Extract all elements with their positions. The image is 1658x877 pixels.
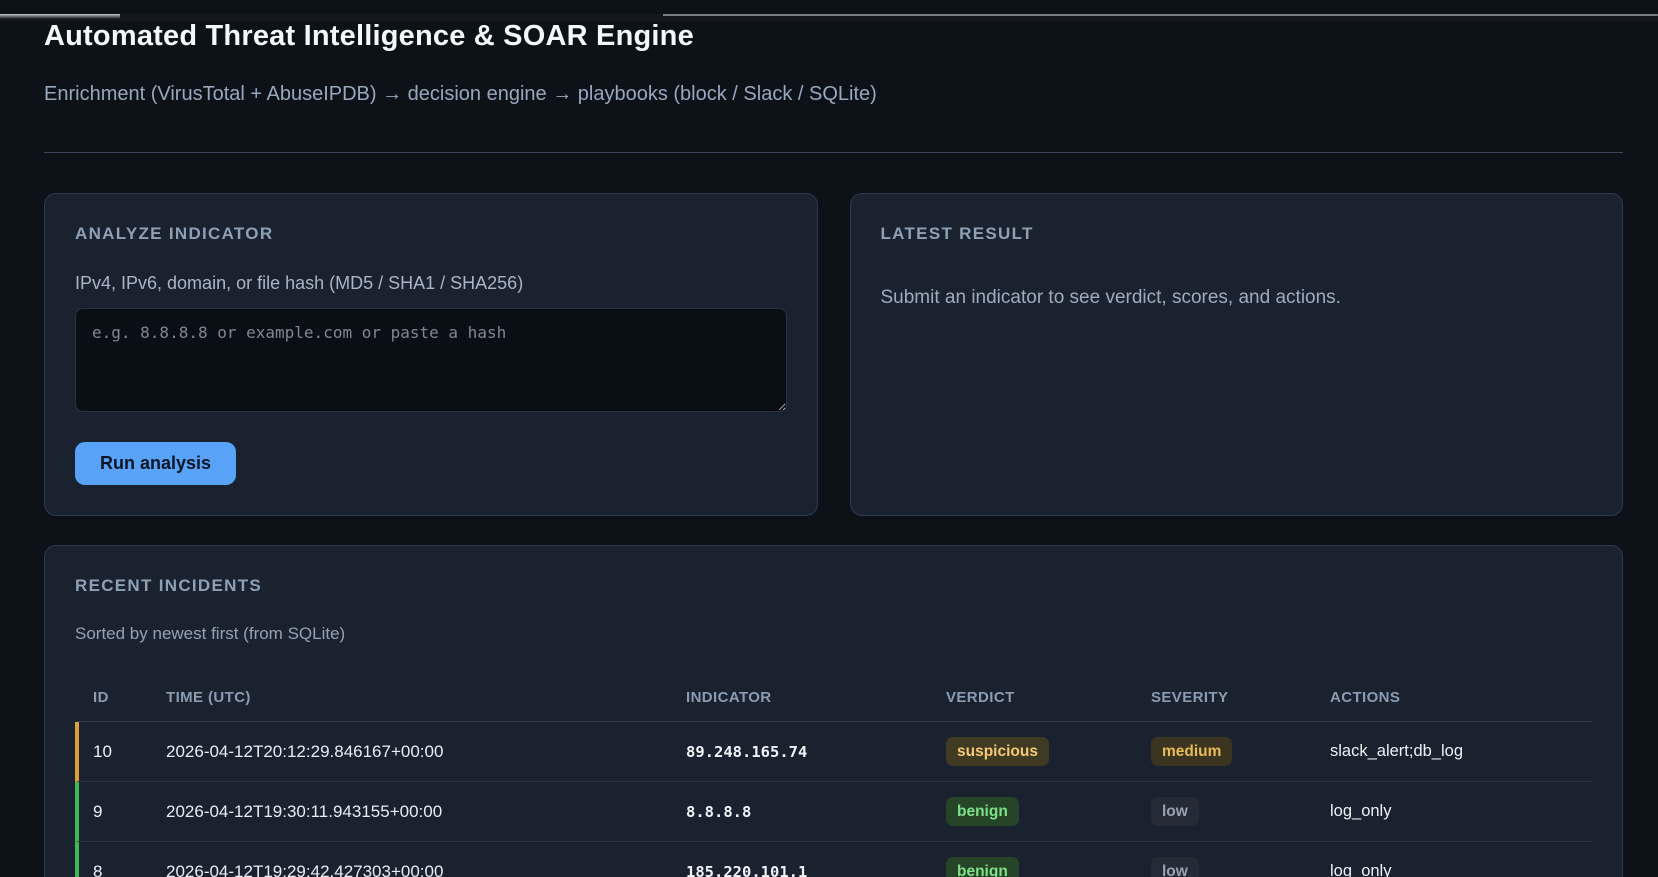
latest-result-card: LATEST RESULT Submit an indicator to see… bbox=[849, 193, 1623, 516]
incidents-heading: RECENT INCIDENTS bbox=[75, 576, 263, 595]
row-id: 9 bbox=[93, 801, 103, 821]
analyze-heading: ANALYZE INDICATOR bbox=[75, 224, 274, 243]
row-actions: log_only bbox=[1330, 862, 1392, 877]
indicator-input-label: IPv4, IPv6, domain, or file hash (MD5 / … bbox=[75, 273, 524, 293]
table-row: 10 2026-04-12T20:12:29.846167+00:00 89.2… bbox=[75, 722, 1592, 782]
run-analysis-button[interactable]: Run analysis bbox=[75, 442, 237, 485]
column-header-time: TIME (UTC) bbox=[166, 689, 251, 706]
severity-badge: low bbox=[1151, 857, 1199, 877]
recent-incidents-card: RECENT INCIDENTS Sorted by newest first … bbox=[44, 545, 1623, 877]
row-actions: slack_alert;db_log bbox=[1330, 742, 1463, 760]
top-cards-row: ANALYZE INDICATOR IPv4, IPv6, domain, or… bbox=[44, 193, 1623, 516]
column-header-verdict: VERDICT bbox=[946, 689, 1015, 706]
column-header-indicator: INDICATOR bbox=[686, 689, 772, 706]
table-row: 8 2026-04-12T19:29:42.427303+00:00 185.2… bbox=[75, 842, 1592, 877]
latest-result-empty-text: Submit an indicator to see verdict, scor… bbox=[880, 287, 1341, 308]
column-header-id: ID bbox=[93, 689, 109, 706]
severity-badge: low bbox=[1151, 797, 1199, 826]
row-time: 2026-04-12T19:30:11.943155+00:00 bbox=[166, 801, 443, 821]
incidents-table-body: 10 2026-04-12T20:12:29.846167+00:00 89.2… bbox=[75, 722, 1592, 877]
row-time: 2026-04-12T20:12:29.846167+00:00 bbox=[166, 741, 444, 761]
column-header-severity: SEVERITY bbox=[1151, 689, 1229, 706]
column-header-actions: ACTIONS bbox=[1330, 689, 1401, 706]
table-row: 9 2026-04-12T19:30:11.943155+00:00 8.8.8… bbox=[75, 782, 1592, 842]
dashboard-page: Automated Threat Intelligence & SOAR Eng… bbox=[0, 14, 1658, 877]
latest-result-heading: LATEST RESULT bbox=[880, 224, 1034, 243]
row-indicator: 89.248.165.74 bbox=[686, 742, 808, 761]
verdict-badge: suspicious bbox=[946, 737, 1049, 766]
incidents-table: ID TIME (UTC) INDICATOR VERDICT SEVERITY… bbox=[75, 674, 1592, 877]
row-actions: log_only bbox=[1330, 802, 1392, 820]
row-id: 8 bbox=[93, 861, 103, 877]
page-title: Automated Threat Intelligence & SOAR Eng… bbox=[44, 20, 694, 52]
verdict-badge: benign bbox=[946, 797, 1019, 826]
header-divider bbox=[44, 152, 1623, 153]
analyze-indicator-card: ANALYZE INDICATOR IPv4, IPv6, domain, or… bbox=[44, 193, 818, 516]
row-indicator: 8.8.8.8 bbox=[686, 802, 752, 821]
verdict-badge: benign bbox=[946, 857, 1019, 877]
page-subtitle: Enrichment (VirusTotal + AbuseIPDB) → de… bbox=[44, 83, 877, 105]
row-id: 10 bbox=[93, 741, 112, 761]
row-indicator: 185.220.101.1 bbox=[686, 862, 808, 877]
incidents-subtitle: Sorted by newest first (from SQLite) bbox=[75, 624, 346, 643]
severity-badge: medium bbox=[1151, 737, 1233, 766]
indicator-input[interactable] bbox=[75, 308, 787, 412]
row-time: 2026-04-12T19:29:42.427303+00:00 bbox=[166, 861, 444, 877]
table-header: ID TIME (UTC) INDICATOR VERDICT SEVERITY… bbox=[75, 674, 1592, 722]
